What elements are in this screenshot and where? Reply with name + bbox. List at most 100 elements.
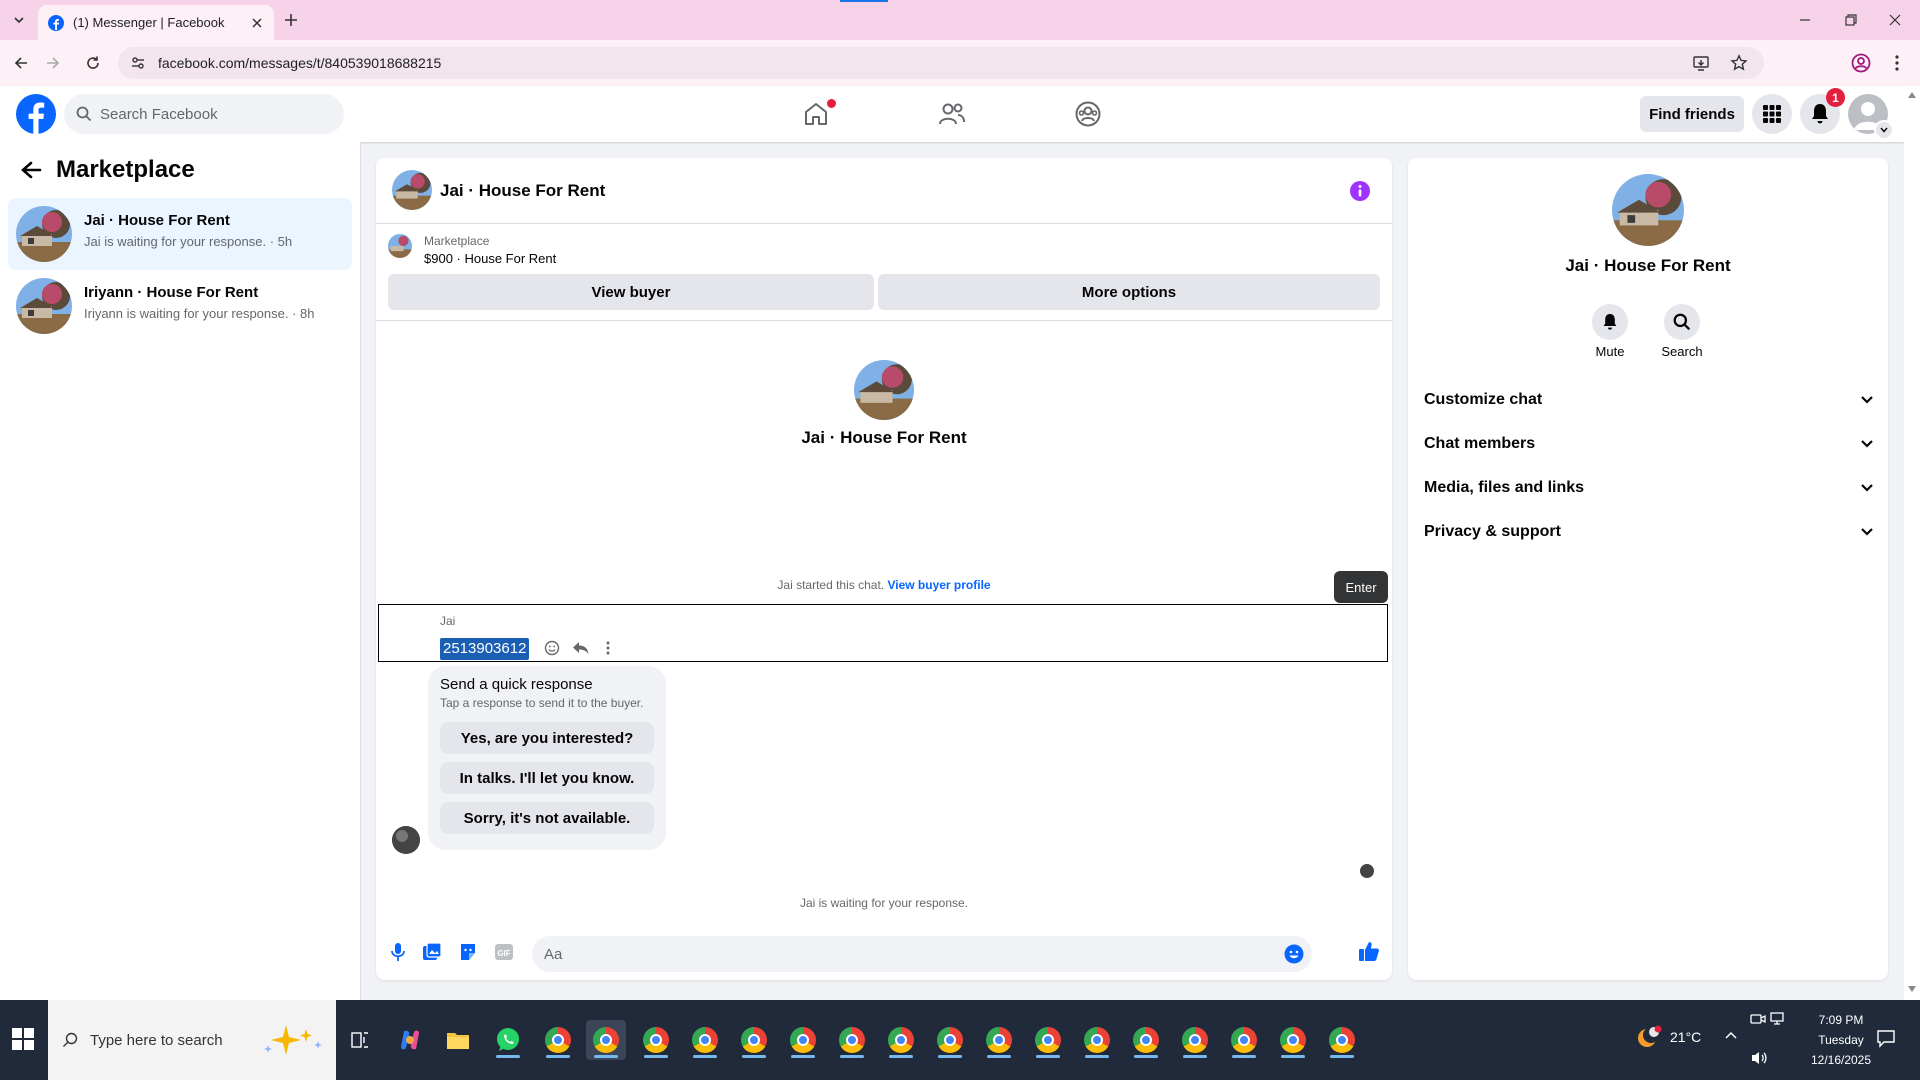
chat-title[interactable]: Jai · House For Rent <box>440 181 605 201</box>
customize-chat-row[interactable]: Customize chat <box>1424 378 1874 422</box>
close-window-button[interactable] <box>1880 5 1910 35</box>
notification-center-icon[interactable] <box>1876 1028 1896 1048</box>
chrome-profile-8-icon[interactable] <box>881 1020 921 1060</box>
whatsapp-icon[interactable] <box>488 1020 528 1060</box>
listing-thumbnail-small <box>388 234 412 258</box>
file-explorer-icon[interactable] <box>438 1020 478 1060</box>
nav-home-button[interactable] <box>796 96 837 132</box>
nav-friends-button[interactable] <box>932 96 972 132</box>
tab-search-button[interactable] <box>4 5 34 35</box>
windows-start-icon[interactable] <box>12 1028 34 1050</box>
quick-response-button[interactable]: In talks. I'll let you know. <box>440 762 654 794</box>
chrome-profile-9-icon[interactable] <box>930 1020 970 1060</box>
back-button[interactable] <box>6 48 36 78</box>
facebook-header: Search Facebook Find friends 1 <box>0 86 1904 142</box>
chrome-profile-12-icon[interactable] <box>1077 1020 1117 1060</box>
new-tab-button[interactable] <box>276 5 306 35</box>
browser-tab-strip: (1) Messenger | Facebook <box>0 0 1920 40</box>
weather-widget[interactable]: 21°C <box>1636 1024 1701 1050</box>
meet-now-icon[interactable] <box>1750 1012 1766 1026</box>
attach-photo-icon[interactable] <box>422 942 442 962</box>
svg-text:GIF: GIF <box>497 949 510 958</box>
browser-menu-button[interactable] <box>1882 48 1912 78</box>
listing-price[interactable]: $900 · House For Rent <box>424 251 556 266</box>
chrome-profile-3-icon[interactable] <box>636 1020 676 1060</box>
find-friends-button[interactable]: Find friends <box>1640 96 1744 132</box>
react-icon[interactable] <box>544 640 560 656</box>
bookmark-star-icon[interactable] <box>1730 54 1748 72</box>
marketplace-title: Marketplace <box>56 156 195 183</box>
network-icon[interactable] <box>1770 1012 1786 1026</box>
tray-expand-icon[interactable] <box>1724 1030 1738 1040</box>
back-arrow-icon[interactable] <box>20 160 42 180</box>
clock[interactable]: 7:09 PM Tuesday 12/16/2025 <box>1798 1010 1884 1070</box>
chrome-profile-17-icon[interactable] <box>1322 1020 1362 1060</box>
address-bar[interactable]: facebook.com/messages/t/840539018688215 <box>118 47 1764 79</box>
profile-button[interactable] <box>1846 48 1876 78</box>
minimize-button[interactable] <box>1790 5 1820 35</box>
info-icon[interactable] <box>1349 180 1371 202</box>
chrome-profile-14-icon[interactable] <box>1175 1020 1215 1060</box>
volume-icon[interactable] <box>1750 1050 1768 1066</box>
quick-response-button[interactable]: Yes, are you interested? <box>440 722 654 754</box>
conversation-preview: Jai is waiting for your response. · 5h <box>84 234 293 249</box>
more-options-button[interactable]: More options <box>878 274 1380 310</box>
center-avatar[interactable] <box>854 360 914 420</box>
media-files-links-row[interactable]: Media, files and links <box>1424 466 1874 510</box>
info-avatar[interactable] <box>1612 174 1684 246</box>
view-buyer-profile-link[interactable]: View buyer profile <box>887 578 990 592</box>
message-row-focus[interactable] <box>378 604 1388 662</box>
mute-button[interactable] <box>1592 304 1628 340</box>
forward-button[interactable] <box>38 48 68 78</box>
quick-response-button[interactable]: Sorry, it's not available. <box>440 802 654 834</box>
chat-start-notice: Jai started this chat. View buyer profil… <box>376 578 1392 592</box>
restore-button[interactable] <box>1836 5 1866 35</box>
conversation-name: Iriyann · House For Rent <box>84 284 259 301</box>
taskbar-search-box[interactable]: Type here to search <box>48 1000 336 1080</box>
sender-avatar[interactable] <box>392 826 420 854</box>
chrome-profile-active-icon[interactable] <box>586 1020 626 1060</box>
taskbar-search-placeholder: Type here to search <box>90 1031 223 1049</box>
task-view-icon[interactable] <box>340 1020 380 1060</box>
message-text-selected[interactable]: 2513903612 <box>440 638 530 660</box>
chat-avatar[interactable] <box>392 170 432 210</box>
gif-icon[interactable]: GIF <box>494 943 514 961</box>
page-scrollbar[interactable] <box>1904 86 1920 1000</box>
nav-groups-button[interactable] <box>1068 96 1108 132</box>
section-label: Privacy & support <box>1424 523 1561 540</box>
emoji-icon[interactable] <box>1284 944 1304 964</box>
chat-members-row[interactable]: Chat members <box>1424 422 1874 466</box>
like-thumbs-up-icon[interactable] <box>1358 940 1380 962</box>
site-info-icon[interactable] <box>130 55 146 71</box>
reload-button[interactable] <box>78 48 108 78</box>
facebook-search-input[interactable]: Search Facebook <box>64 94 344 134</box>
chrome-profile-4-icon[interactable] <box>685 1020 725 1060</box>
facebook-logo-icon[interactable] <box>16 94 56 134</box>
chrome-profile-1-icon[interactable] <box>538 1020 578 1060</box>
menu-grid-button[interactable] <box>1752 94 1792 134</box>
install-app-icon[interactable] <box>1692 54 1710 72</box>
chrome-profile-10-icon[interactable] <box>979 1020 1019 1060</box>
notifications-button[interactable]: 1 <box>1800 88 1845 134</box>
conversation-item-jai[interactable]: Jai · House For Rent Jai is waiting for … <box>8 198 352 270</box>
reply-icon[interactable] <box>572 640 590 656</box>
conversation-item-iriyann[interactable]: Iriyann · House For Rent Iriyann is wait… <box>8 270 352 342</box>
account-menu-chevron[interactable] <box>1874 120 1894 140</box>
chrome-profile-6-icon[interactable] <box>783 1020 823 1060</box>
view-buyer-button[interactable]: View buyer <box>388 274 874 310</box>
chrome-profile-7-icon[interactable] <box>832 1020 872 1060</box>
message-more-icon[interactable] <box>606 640 610 656</box>
sticker-icon[interactable] <box>458 942 478 962</box>
privacy-support-row[interactable]: Privacy & support <box>1424 510 1874 554</box>
chrome-profile-16-icon[interactable] <box>1273 1020 1313 1060</box>
search-in-chat-button[interactable] <box>1664 304 1700 340</box>
chrome-profile-11-icon[interactable] <box>1028 1020 1068 1060</box>
message-input[interactable]: Aa <box>532 936 1312 972</box>
microphone-icon[interactable] <box>390 942 406 962</box>
chrome-profile-15-icon[interactable] <box>1224 1020 1264 1060</box>
chrome-profile-5-icon[interactable] <box>734 1020 774 1060</box>
browser-tab[interactable]: (1) Messenger | Facebook <box>38 5 274 40</box>
copilot-icon[interactable] <box>390 1020 430 1060</box>
chrome-profile-13-icon[interactable] <box>1126 1020 1166 1060</box>
close-tab-icon[interactable] <box>252 17 262 28</box>
